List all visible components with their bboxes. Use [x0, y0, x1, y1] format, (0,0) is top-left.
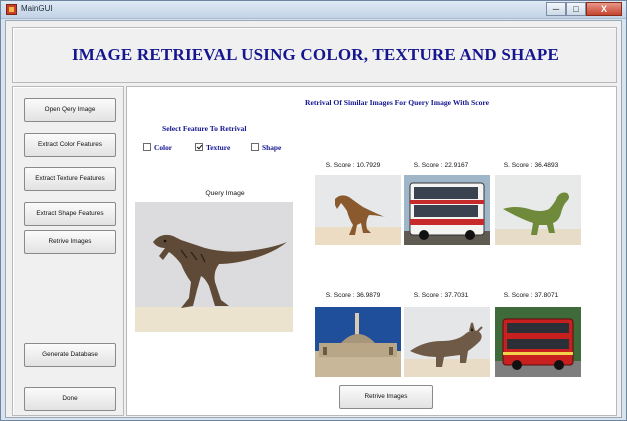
retrieve-images-side-button[interactable]: Retrive Images — [24, 230, 116, 254]
open-query-image-button[interactable]: Open Qery Image — [24, 98, 116, 122]
extract-texture-features-button[interactable]: Extract Texture Features — [24, 167, 116, 191]
results-heading: Retrival Of Similar Images For Query Ima… — [304, 98, 490, 107]
color-checkbox-label: Color — [154, 142, 173, 152]
result-5-score: S. Score : 37.7031 — [413, 292, 469, 299]
texture-checkbox[interactable]: Texture — [195, 142, 230, 152]
result-6-image — [495, 307, 581, 377]
query-image-label: Query Image — [205, 190, 245, 197]
result-3-score: S. Score : 36.4893 — [503, 162, 559, 169]
color-checkbox-box[interactable] — [143, 143, 151, 151]
header-panel: IMAGE RETRIEVAL USING COLOR, TEXTURE AND… — [12, 27, 617, 83]
main-window: MainGUI ─ □ X IMAGE RETRIEVAL USING COLO… — [0, 0, 627, 421]
result-6-score: S. Score : 37.8071 — [503, 292, 559, 299]
window-controls: ─ □ X — [546, 2, 622, 17]
texture-checkbox-label: Texture — [206, 142, 231, 152]
minimize-button[interactable]: ─ — [546, 2, 566, 16]
close-button[interactable]: X — [586, 2, 622, 16]
color-checkbox[interactable]: Color — [143, 142, 172, 152]
result-1-image — [315, 175, 401, 245]
shape-checkbox-box[interactable] — [251, 143, 259, 151]
result-5-image — [404, 307, 490, 377]
shape-checkbox-label: Shape — [262, 142, 282, 152]
result-3-image — [495, 175, 581, 245]
window-title: MainGUI — [21, 4, 53, 13]
query-image — [135, 202, 293, 332]
extract-color-features-button[interactable]: Extract Color Features — [24, 133, 116, 157]
retrieve-images-button[interactable]: Retrive Images — [339, 385, 433, 409]
result-1-score: S. Score : 10.7929 — [325, 162, 381, 169]
done-button[interactable]: Done — [24, 387, 116, 411]
title-bar[interactable]: MainGUI ─ □ X — [1, 1, 626, 19]
result-4-image — [315, 307, 401, 377]
feature-heading: Select Feature To Retrival — [162, 124, 247, 133]
generate-database-button[interactable]: Generate Database — [24, 343, 116, 367]
result-2-image — [404, 175, 490, 245]
maximize-button[interactable]: □ — [566, 2, 586, 16]
shape-checkbox[interactable]: Shape — [251, 142, 281, 152]
client-area: IMAGE RETRIEVAL USING COLOR, TEXTURE AND… — [5, 20, 622, 418]
texture-checkbox-box[interactable] — [195, 143, 203, 151]
results-panel: Retrival Of Similar Images For Query Ima… — [126, 86, 617, 416]
app-title: IMAGE RETRIEVAL USING COLOR, TEXTURE AND… — [71, 45, 560, 64]
extract-shape-features-button[interactable]: Extract Shape Features — [24, 202, 116, 226]
result-4-score: S. Score : 36.9879 — [325, 292, 381, 299]
result-2-score: S. Score : 22.9167 — [413, 162, 469, 169]
bus-icon — [409, 182, 485, 240]
bus-icon — [502, 318, 574, 370]
button-panel: Open Qery Image Extract Color Features E… — [12, 86, 124, 416]
app-icon — [6, 4, 17, 15]
